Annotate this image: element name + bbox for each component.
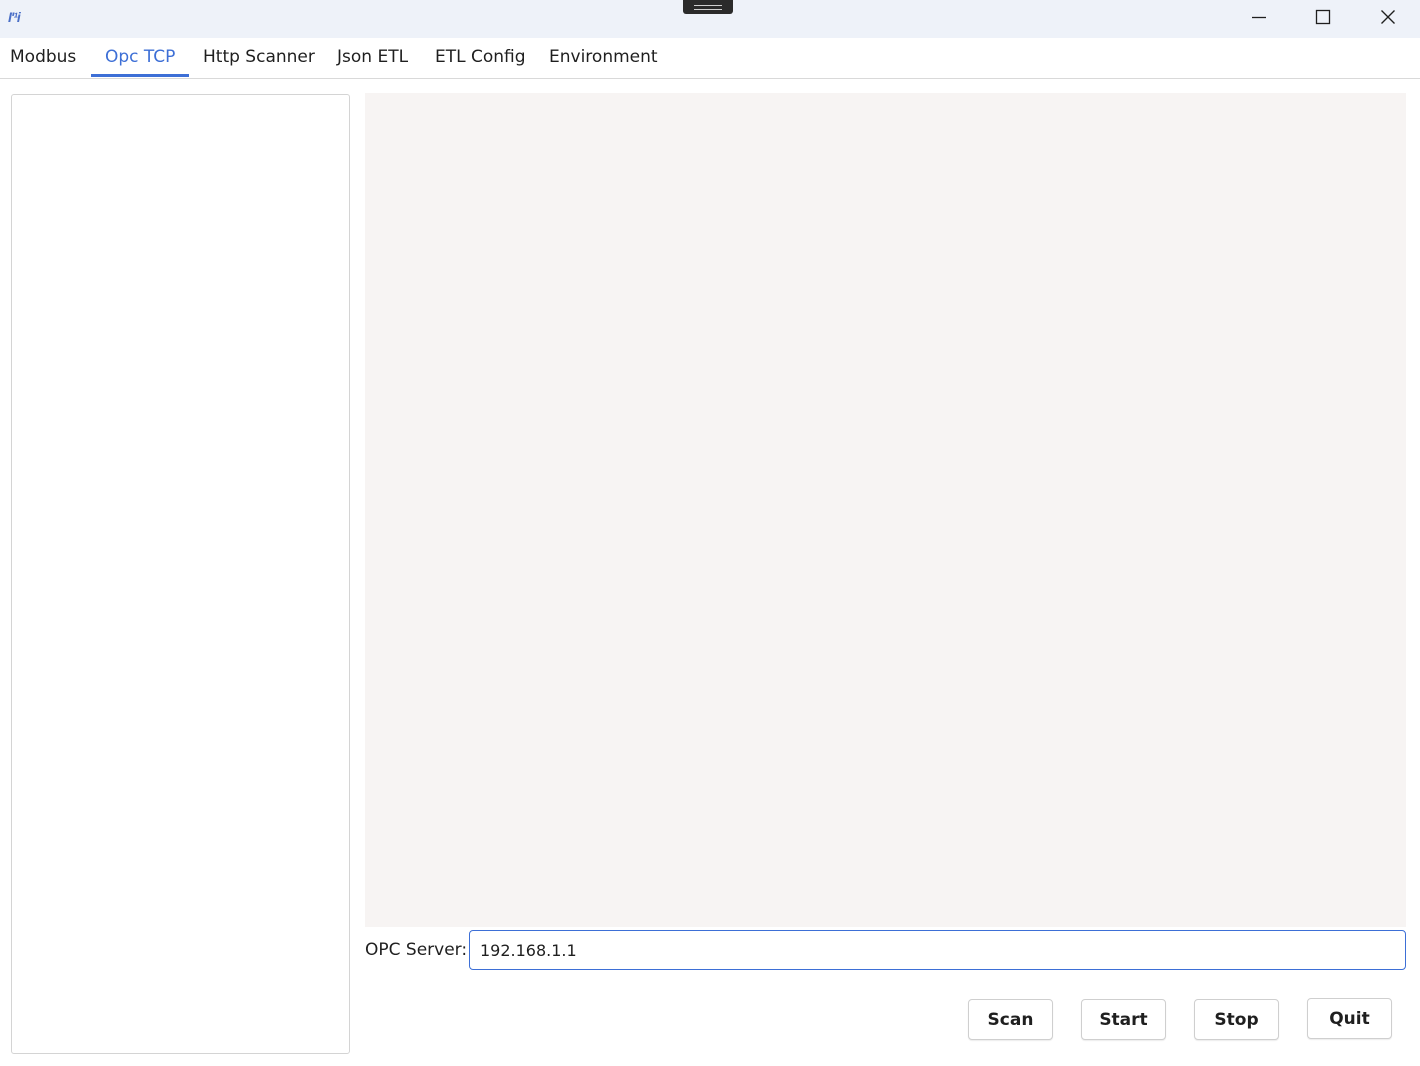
node-tree-panel[interactable] — [11, 94, 350, 1054]
tab-bar: Modbus Opc TCP Http Scanner Json ETL ETL… — [0, 38, 1420, 79]
minimize-button[interactable] — [1227, 0, 1291, 34]
output-log-area[interactable] — [365, 93, 1406, 927]
drag-handle[interactable] — [683, 0, 733, 14]
maximize-button[interactable] — [1291, 0, 1355, 34]
quit-button[interactable]: Quit — [1307, 998, 1392, 1039]
close-icon — [1380, 9, 1396, 25]
minimize-icon — [1251, 9, 1267, 25]
tab-http-scanner[interactable]: Http Scanner — [203, 46, 315, 78]
tab-environment[interactable]: Environment — [549, 46, 658, 78]
tab-modbus[interactable]: Modbus — [10, 46, 76, 78]
title-bar[interactable]: I'¹i — [0, 0, 1420, 38]
opc-server-label: OPC Server: — [365, 940, 468, 960]
tab-etl-config[interactable]: ETL Config — [435, 46, 526, 78]
scan-button[interactable]: Scan — [968, 999, 1053, 1040]
active-tab-indicator — [91, 74, 189, 77]
close-button[interactable] — [1356, 0, 1420, 34]
tab-json-etl[interactable]: Json ETL — [337, 46, 408, 78]
stop-button[interactable]: Stop — [1194, 999, 1279, 1040]
start-button[interactable]: Start — [1081, 999, 1166, 1040]
app-icon: I'¹i — [8, 9, 21, 25]
maximize-icon — [1315, 9, 1331, 25]
opc-server-input[interactable] — [469, 930, 1406, 970]
